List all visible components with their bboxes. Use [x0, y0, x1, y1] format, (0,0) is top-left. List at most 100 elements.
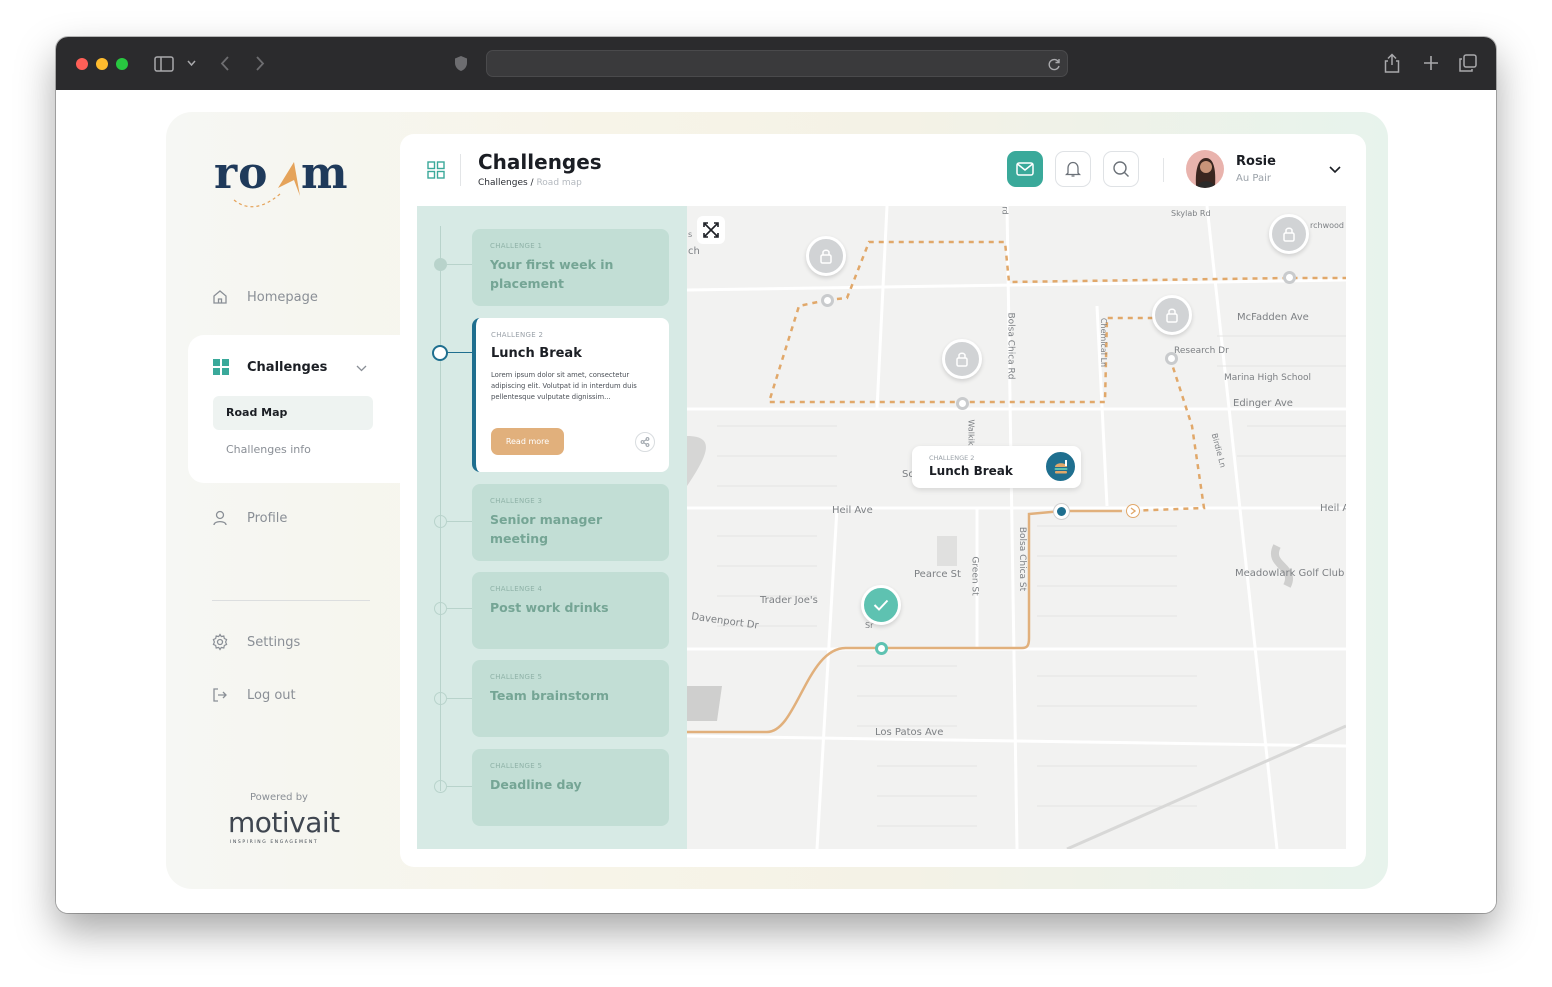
user-icon [213, 510, 227, 526]
challenges-list: CHALLENGE 1 Your first week in placement… [417, 206, 687, 849]
next-step-marker[interactable] [1126, 504, 1140, 518]
route-node[interactable] [821, 294, 834, 307]
svg-text:ro: ro [214, 150, 269, 199]
reload-icon[interactable] [1048, 58, 1061, 71]
avatar-image [1195, 158, 1216, 188]
current-challenge-node[interactable] [1054, 504, 1069, 519]
messages-button[interactable] [1007, 151, 1043, 187]
timeline-dot [434, 692, 447, 705]
map-label: Heil Ave [832, 505, 873, 516]
url-bar[interactable] [486, 50, 1068, 77]
map-label: rd [1000, 206, 1010, 215]
route-node-completed[interactable] [875, 642, 888, 655]
nav-challenges[interactable]: Challenges [213, 359, 327, 375]
challenge-card[interactable]: CHALLENGE 1 Your first week in placement [472, 229, 669, 306]
road-map[interactable]: Skylab Rd rchwood McFadden Ave Research … [417, 206, 1346, 849]
privacy-shield-icon[interactable] [454, 55, 468, 72]
timeline-line [440, 226, 441, 791]
back-icon[interactable] [220, 55, 230, 72]
map-label: Trader Joe's [760, 595, 818, 606]
nav-road-map-label: Road Map [226, 406, 288, 419]
lock-icon [1283, 227, 1295, 242]
timeline-connector [447, 698, 472, 699]
challenge-kicker: CHALLENGE 5 [490, 762, 543, 770]
timeline-dot-active [432, 345, 448, 361]
svg-text:m: m [301, 150, 349, 199]
challenge-card[interactable]: CHALLENGE 4 Post work drinks [472, 572, 669, 649]
chevron-down-icon[interactable] [1329, 166, 1341, 174]
timeline-connector [447, 608, 472, 609]
map-label: Bolsa Chica Rd [1005, 312, 1016, 380]
logout-icon [213, 688, 227, 702]
challenge-kicker: CHALLENGE 5 [490, 673, 543, 681]
timeline-dot-complete [434, 258, 447, 271]
user-role: Au Pair [1236, 173, 1271, 184]
motivait-tagline: INSPIRING ENGAGEMENT [230, 840, 319, 845]
header-divider [1163, 158, 1164, 182]
nav-settings[interactable]: Settings [211, 633, 300, 651]
nav-profile[interactable]: Profile [211, 509, 287, 527]
nav-homepage[interactable]: Homepage [211, 288, 318, 306]
apps-grid-icon[interactable] [427, 161, 445, 179]
map-label: Walkik [966, 419, 976, 446]
nav-challenges-info[interactable]: Challenges info [226, 443, 311, 456]
locked-challenge-pin[interactable] [1269, 214, 1309, 254]
sidebar-divider [212, 600, 370, 601]
map-label: Research Dr [1174, 346, 1229, 356]
map-label: Marina High School [1224, 373, 1311, 383]
challenge-title: Deadline day [490, 777, 582, 792]
chevron-down-icon[interactable] [356, 365, 367, 372]
forward-icon[interactable] [255, 55, 265, 72]
timeline-connector [447, 786, 472, 787]
challenge-card[interactable]: CHALLENGE 5 Team brainstorm [472, 660, 669, 737]
nav-challenges-info-label: Challenges info [226, 443, 311, 456]
fullscreen-button[interactable] [697, 216, 725, 244]
avatar[interactable] [1186, 150, 1224, 188]
timeline-dot [434, 602, 447, 615]
locked-challenge-pin[interactable] [1152, 295, 1192, 335]
route-node[interactable] [956, 397, 969, 410]
sidebar-toggle-icon[interactable] [154, 56, 174, 72]
challenge-card[interactable]: CHALLENGE 3 Senior manager meeting [472, 484, 669, 561]
share-button[interactable] [635, 432, 655, 452]
browser-titlebar [56, 37, 1496, 90]
route-node[interactable] [1165, 352, 1178, 365]
close-window-button[interactable] [76, 58, 88, 70]
minimize-window-button[interactable] [96, 58, 108, 70]
search-button[interactable] [1103, 151, 1139, 187]
challenge-description: Lorem ipsum dolor sit amet, consectetur … [491, 371, 637, 401]
map-label: Skylab Rd [1171, 209, 1211, 218]
lock-icon [1166, 308, 1178, 323]
locked-challenge-pin[interactable] [806, 236, 846, 276]
route-node[interactable] [1283, 271, 1296, 284]
nav-logout[interactable]: Log out [211, 686, 296, 704]
challenge-popup[interactable]: CHALLENGE 2 Lunch Break [912, 446, 1081, 488]
share-nodes-icon [640, 437, 650, 447]
gear-icon [212, 633, 228, 651]
challenge-title: Team brainstorm [490, 688, 610, 703]
challenge-card-active[interactable]: CHALLENGE 2 Lunch Break Lorem ipsum dolo… [472, 318, 669, 472]
completed-challenge-pin[interactable] [861, 585, 901, 625]
timeline-dot [434, 780, 447, 793]
mail-icon [1016, 162, 1034, 176]
read-more-button[interactable]: Read more [491, 428, 564, 455]
share-icon[interactable] [1384, 53, 1400, 73]
breadcrumb-root[interactable]: Challenges [478, 178, 528, 188]
chevron-down-icon[interactable] [187, 60, 196, 67]
challenge-kicker: CHALLENGE 3 [490, 497, 543, 505]
timeline-connector [447, 521, 472, 522]
nav-challenges-label: Challenges [247, 359, 328, 375]
map-label: rchwood [1310, 221, 1344, 230]
header-divider [460, 154, 461, 186]
challenge-card[interactable]: CHALLENGE 5 Deadline day [472, 749, 669, 826]
map-label: Green St [969, 556, 980, 596]
notifications-button[interactable] [1055, 151, 1091, 187]
new-tab-icon[interactable] [1423, 55, 1439, 71]
locked-challenge-pin[interactable] [942, 339, 982, 379]
maximize-window-button[interactable] [116, 58, 128, 70]
map-label: Meadowlark Golf Club [1235, 568, 1345, 579]
nav-road-map[interactable]: Road Map [213, 396, 373, 430]
challenge-title: Your first week in placement [490, 257, 614, 291]
timeline-dot [434, 515, 447, 528]
tabs-overview-icon[interactable] [1459, 54, 1477, 72]
